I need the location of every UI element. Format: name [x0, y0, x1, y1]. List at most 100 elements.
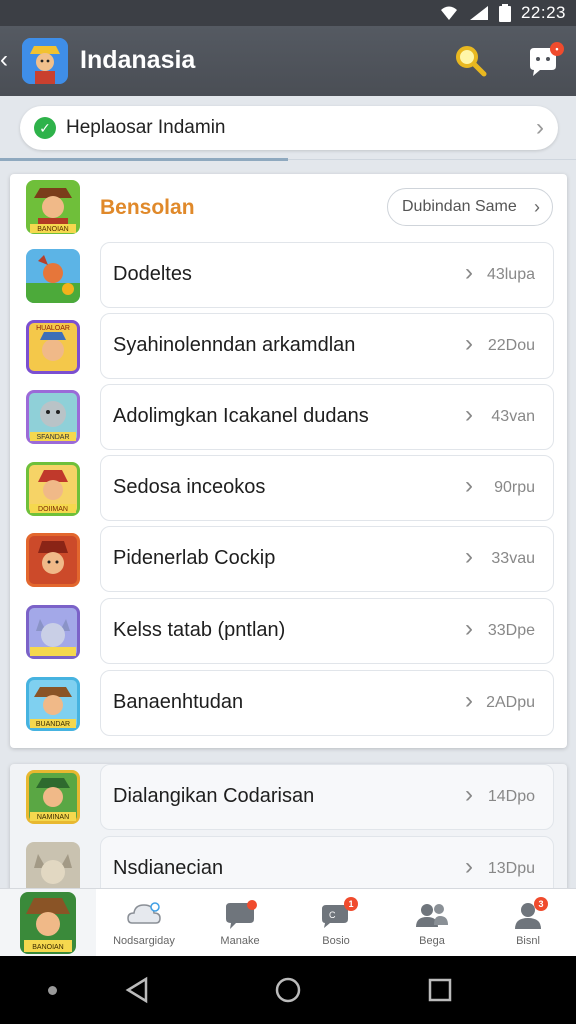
nav-dot-icon	[48, 986, 57, 995]
item-meta: 33Dpe	[487, 622, 535, 639]
nav-item-4[interactable]: Bega	[384, 889, 480, 957]
notification-badge: 1	[344, 897, 358, 911]
item-meta: 2ADpu	[486, 694, 535, 711]
item-title: Sedosa inceokos	[113, 476, 266, 498]
search-button[interactable]	[452, 42, 490, 80]
tab-indicator	[0, 158, 288, 161]
battery-icon	[498, 4, 511, 22]
content-area: ✓ Heplaosar Indamin › BANOIAN Bensolan D…	[0, 96, 576, 888]
item-title: Pidenerlab Cockip	[113, 547, 276, 569]
list-item[interactable]: Syahinolenndan arkamdlan › 22Dou	[100, 313, 554, 379]
signal-icon	[469, 6, 488, 20]
item-meta: 33vau	[491, 550, 535, 567]
item-title: Nsdianecian	[113, 857, 224, 879]
game-thumbnail: NAMINAN	[26, 770, 80, 824]
list-item[interactable]: Pidenerlab Cockip › 33vau	[100, 526, 554, 592]
item-meta: 22Dou	[487, 337, 535, 354]
verification-notice[interactable]: ✓ Heplaosar Indamin ›	[20, 106, 558, 150]
item-meta: 14Dpo	[487, 788, 535, 805]
thumb-label: DOIIMAN	[38, 506, 68, 513]
item-title: Adolimgkan Icakanel dudans	[113, 405, 369, 427]
chevron-right-icon: ›	[465, 259, 473, 286]
item-title: Kelss tatab (pntlan)	[113, 619, 286, 641]
nav-label: Bega	[419, 935, 445, 947]
search-icon	[456, 46, 487, 77]
back-triangle-icon[interactable]	[124, 976, 150, 1004]
section-title: Bensolan	[100, 196, 195, 219]
avatar-label: BANOIAN	[32, 944, 64, 951]
notification-badge: 3	[534, 897, 548, 911]
see-all-label: Dubindan Same	[402, 198, 517, 215]
back-button[interactable]: ‹	[0, 48, 14, 74]
avatar: BANOIAN	[20, 892, 76, 954]
nav-label: Bosio	[322, 935, 350, 947]
chevron-right-icon: ›	[465, 853, 473, 880]
chevron-right-icon: ›	[465, 687, 473, 714]
chevron-right-icon: ›	[465, 472, 473, 499]
nav-item-2[interactable]: Manake	[192, 889, 288, 957]
chevron-right-icon: ›	[465, 615, 473, 642]
recents-square-icon[interactable]	[428, 978, 452, 1002]
list-item[interactable]: Sedosa inceokos › 90rpu	[100, 455, 554, 521]
game-thumbnail	[26, 533, 80, 587]
system-navigation-bar	[0, 956, 576, 1024]
item-meta: 90rpu	[494, 479, 535, 496]
thumb-label: BUANDAR	[36, 721, 70, 728]
svg-text:C: C	[329, 910, 336, 920]
nav-label: Nodsargiday	[113, 935, 175, 947]
friends-icon	[416, 904, 448, 927]
status-icons: 22:23	[439, 3, 566, 23]
item-title: Banaenhtudan	[113, 691, 244, 713]
chat-bubble-icon	[226, 900, 257, 929]
thumb-label: HUALOAR	[36, 325, 70, 332]
status-bar: 22:23	[0, 0, 576, 26]
chevron-right-icon: ›	[465, 543, 473, 570]
list-item[interactable]: Banaenhtudan › 2ADpu	[100, 670, 554, 736]
nav-profile-avatar[interactable]: BANOIAN	[0, 889, 96, 957]
item-meta: 43lupa	[486, 266, 535, 283]
thumb-label: NAMINAN	[37, 814, 69, 821]
item-meta: 13Dpu	[487, 860, 535, 877]
game-thumbnail: BUANDAR	[26, 677, 80, 731]
cloud-icon	[127, 902, 161, 924]
item-title: Dialangikan Codarisan	[113, 785, 315, 807]
check-icon: ✓	[34, 117, 56, 139]
nav-label: Bisnl	[516, 935, 540, 947]
chevron-right-icon: ›	[465, 781, 473, 808]
bottom-navigation: BANOIAN Nodsargiday Manake C 1 Bosio Beg…	[0, 888, 576, 957]
chevron-right-icon: ›	[465, 401, 473, 428]
chevron-right-icon: ›	[536, 114, 544, 141]
app-bar: ‹ Indanasia •	[0, 26, 576, 96]
notice-text: Heplaosar Indamin	[66, 117, 226, 138]
nav-item-5[interactable]: 3 Bisnl	[480, 889, 576, 957]
item-title: Syahinolenndan arkamdlan	[113, 334, 356, 356]
list-item[interactable]: Adolimgkan Icakanel dudans › 43van	[100, 384, 554, 450]
games-card-2: NAMINAN Dialangikan Codarisan › 14Dpo Ns…	[10, 764, 567, 888]
game-thumbnail: HUALOAR	[26, 320, 80, 374]
game-thumbnail: SFANDAR	[26, 390, 80, 444]
tab-divider	[288, 159, 576, 160]
thumb-label: BANOIAN	[37, 226, 69, 233]
status-time: 22:23	[520, 3, 566, 22]
section-header: BANOIAN Bensolan Dubindan Same ›	[10, 174, 567, 238]
item-meta: 43van	[491, 408, 535, 425]
games-card: BANOIAN Bensolan Dubindan Same › Dodelte…	[10, 174, 567, 748]
list-item[interactable]: Kelss tatab (pntlan) › 33Dpe	[100, 598, 554, 664]
messages-button[interactable]: •	[524, 42, 566, 82]
game-thumbnail	[26, 605, 80, 659]
see-all-button[interactable]: Dubindan Same ›	[387, 188, 553, 226]
app-title: Indanasia	[80, 46, 196, 74]
item-title: Dodeltes	[113, 263, 192, 285]
list-item[interactable]: Dodeltes › 43lupa	[100, 242, 554, 308]
app-logo	[22, 38, 68, 84]
list-item[interactable]: Nsdianecian › 13Dpu	[100, 836, 554, 888]
nav-item-3[interactable]: C 1 Bosio	[288, 889, 384, 957]
list-item[interactable]: Dialangikan Codarisan › 14Dpo	[100, 764, 554, 830]
nav-item-1[interactable]: Nodsargiday	[96, 889, 192, 957]
chevron-right-icon: ›	[465, 330, 473, 357]
game-thumbnail	[26, 249, 80, 303]
game-thumbnail: DOIIMAN	[26, 462, 80, 516]
wifi-icon	[440, 6, 457, 20]
game-thumbnail	[26, 842, 80, 888]
home-circle-icon[interactable]	[274, 976, 302, 1004]
